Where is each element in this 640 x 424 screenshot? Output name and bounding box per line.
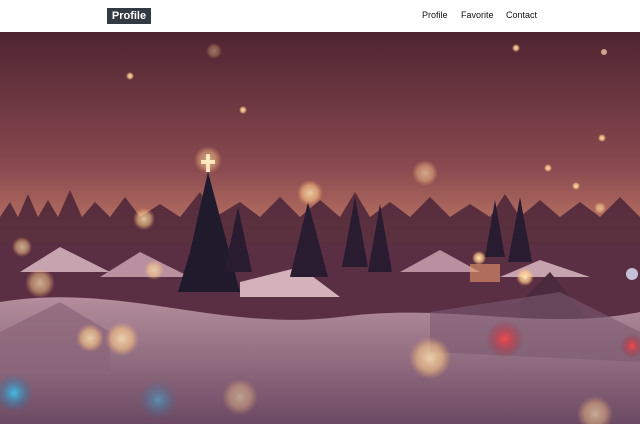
nav-links: Profile Favorite Contact xyxy=(0,0,640,32)
nav-link-profile[interactable]: Profile xyxy=(422,10,448,20)
nav-link-favorite[interactable]: Favorite xyxy=(461,10,494,20)
top-navbar: Profile Profile Favorite Contact xyxy=(0,0,640,32)
nav-link-contact[interactable]: Contact xyxy=(506,10,537,20)
hero-image xyxy=(0,32,640,424)
winter-village-illustration xyxy=(0,32,640,424)
